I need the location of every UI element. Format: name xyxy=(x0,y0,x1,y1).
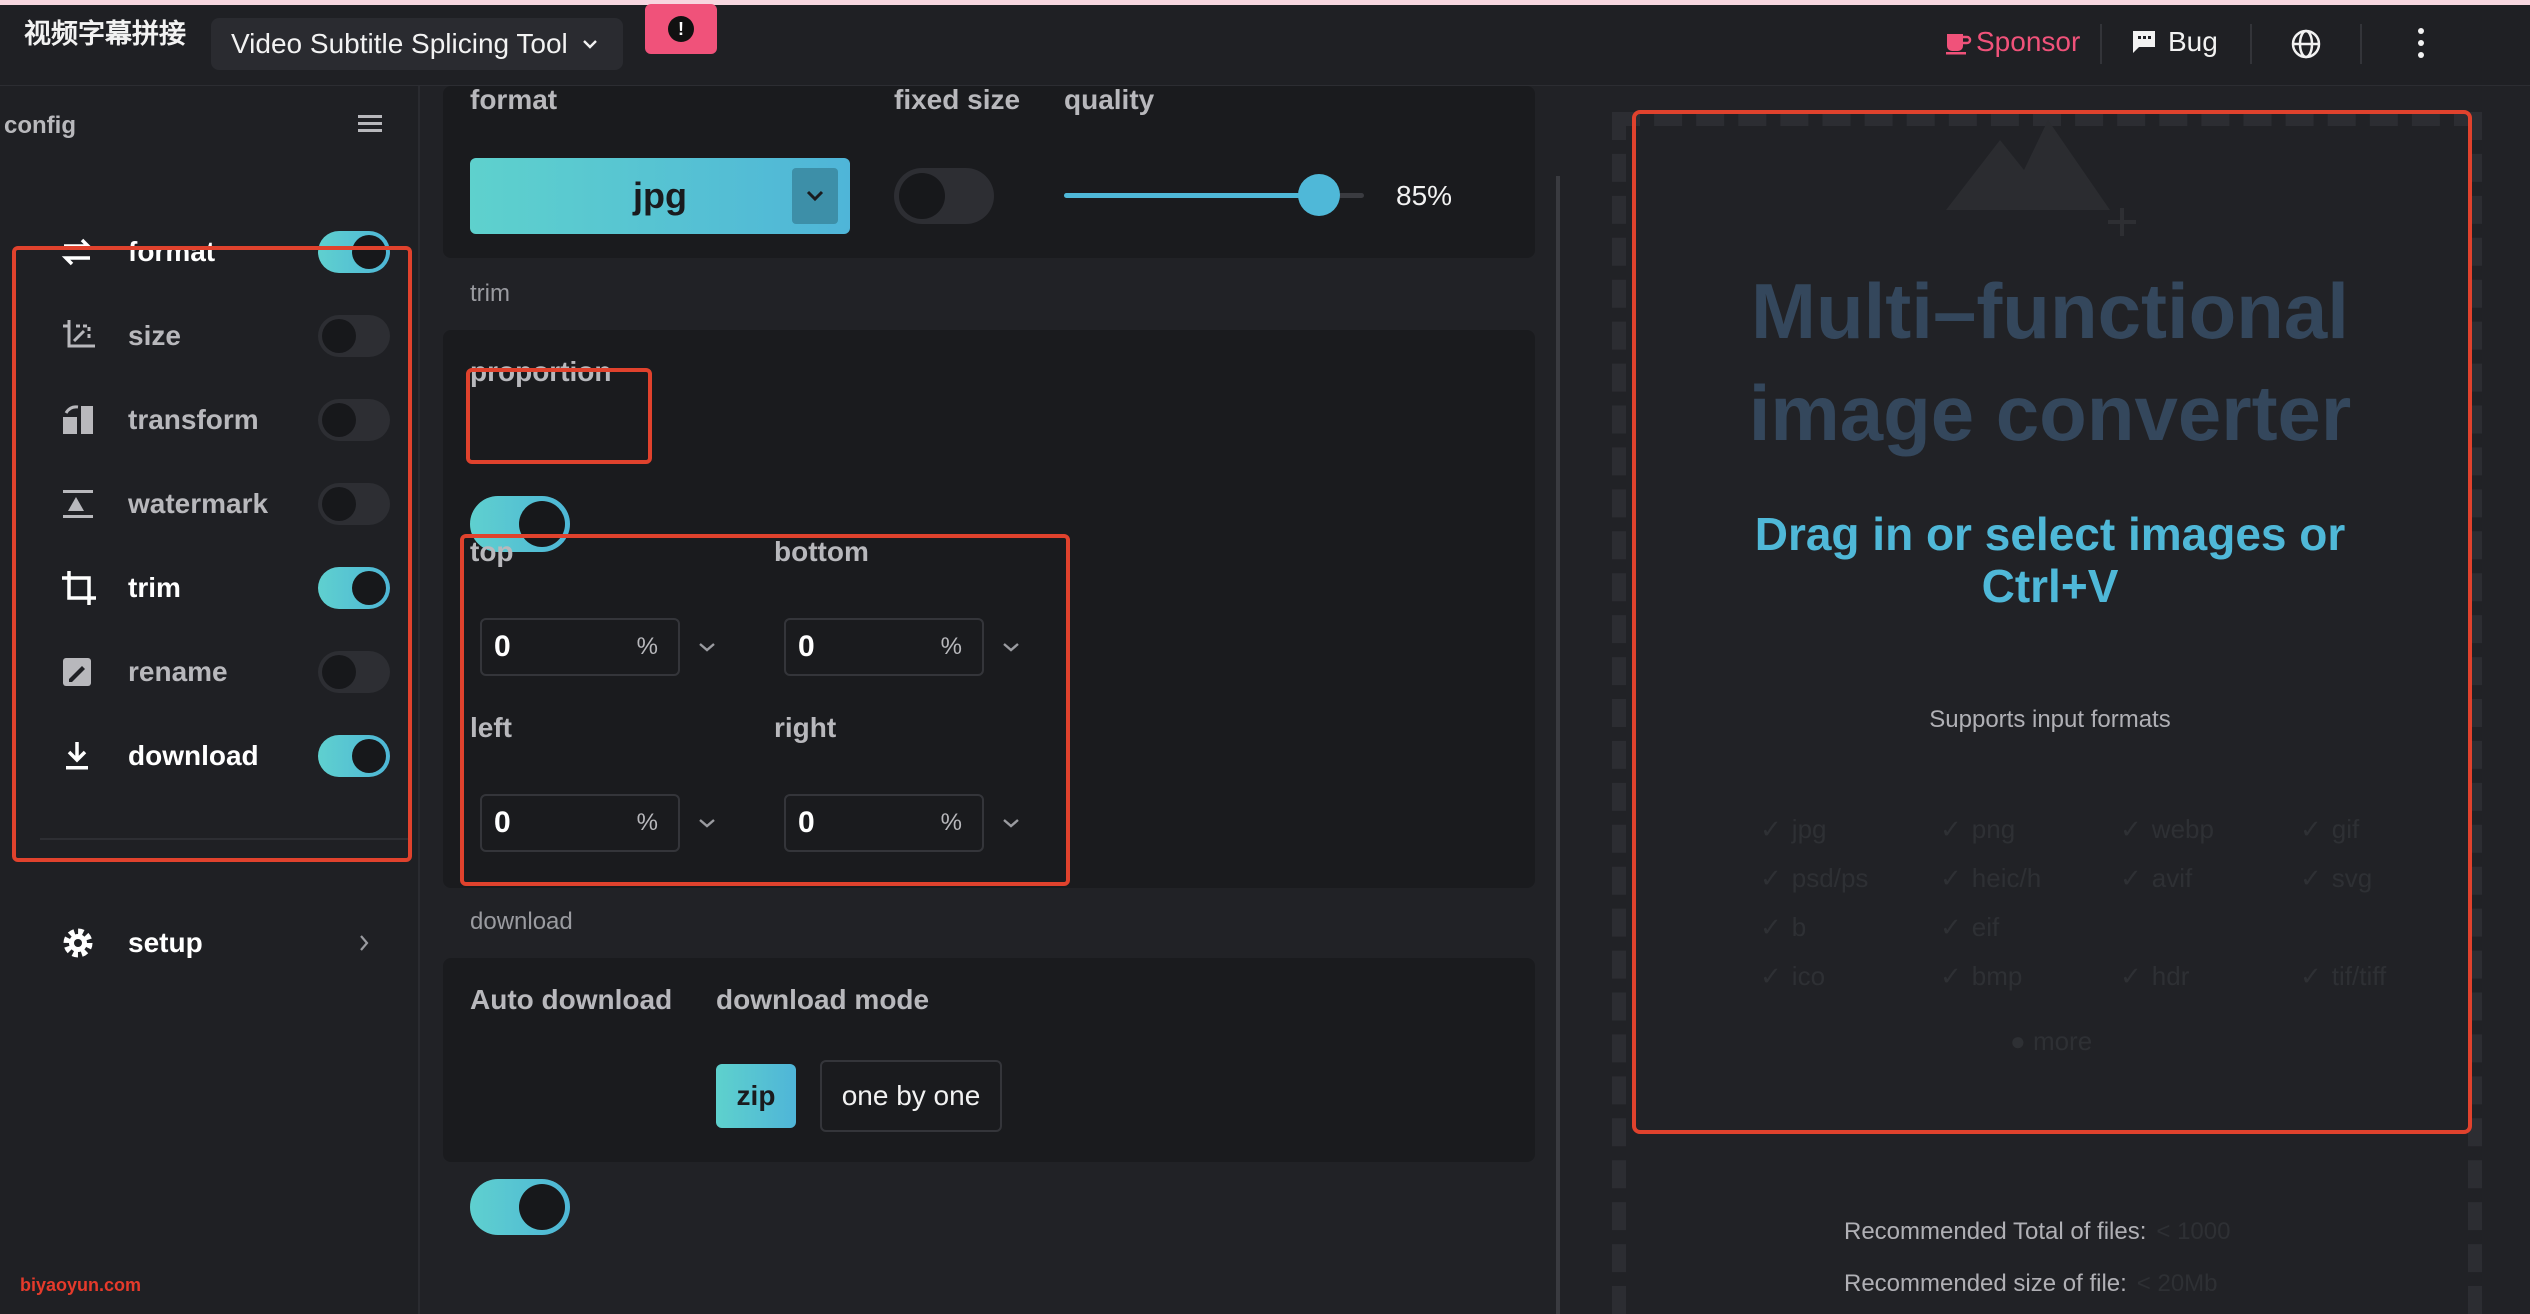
recommended-size: Recommended size of file: < 20Mb xyxy=(1844,1270,2218,1298)
bug-label: Bug xyxy=(2168,26,2218,57)
globe-icon[interactable] xyxy=(2290,28,2322,60)
trim-section-label: trim xyxy=(470,280,510,307)
setup-label: setup xyxy=(128,927,203,958)
chat-bubble-icon xyxy=(2133,31,2155,53)
bug-link[interactable]: Bug xyxy=(2130,26,2218,58)
format-select[interactable]: jpg xyxy=(470,158,850,234)
sidebar-title: config xyxy=(4,112,76,139)
tool-select[interactable]: Video Subtitle Splicing Tool xyxy=(211,18,623,70)
chevron-down-icon xyxy=(806,190,824,202)
chevron-right-icon xyxy=(360,935,369,951)
top-separator xyxy=(2100,24,2102,64)
rec-size-value: < 20Mb xyxy=(2136,1270,2218,1297)
highlight-box xyxy=(12,246,412,862)
rec-size-label: Recommended size of file: xyxy=(1844,1270,2127,1297)
sponsor-label: Sponsor xyxy=(1976,26,2081,57)
alert-button[interactable]: ! xyxy=(645,4,717,54)
highlight-box xyxy=(460,534,1070,886)
quality-value: 85% xyxy=(1396,180,1453,211)
quality-slider-thumb[interactable] xyxy=(1298,174,1340,216)
gear-icon xyxy=(63,928,93,958)
rec-total-value: < 1000 xyxy=(2156,1218,2231,1245)
site-watermark: biyaoyun.com xyxy=(20,1275,142,1295)
highlight-box xyxy=(466,368,652,464)
scrollbar[interactable] xyxy=(1556,176,1560,1314)
top-separator xyxy=(2250,24,2252,64)
auto-download-label: Auto download xyxy=(470,984,673,1015)
top-separator xyxy=(2360,24,2362,64)
list-icon[interactable] xyxy=(356,112,384,136)
alert-icon: ! xyxy=(668,16,694,42)
download-mode-label: download mode xyxy=(716,984,930,1015)
download-section-label: download xyxy=(470,908,573,935)
format-label: format xyxy=(470,84,558,115)
rec-total-label: Recommended Total of files: xyxy=(1844,1218,2147,1245)
auto-download-toggle[interactable] xyxy=(470,1179,570,1235)
chevron-down-icon xyxy=(582,40,597,49)
fixed-size-toggle[interactable] xyxy=(894,168,994,224)
brand-title: 视频字幕拼接 xyxy=(24,19,186,49)
format-select-chevron[interactable] xyxy=(792,168,838,224)
zip-mode-button[interactable]: zip xyxy=(716,1064,796,1128)
fixed-size-label: fixed size xyxy=(894,84,1021,115)
more-vertical-icon[interactable] xyxy=(2415,26,2427,60)
sponsor-link[interactable]: Sponsor xyxy=(1944,26,2080,58)
one-by-one-button[interactable]: one by one xyxy=(820,1060,1002,1132)
sidebar-item-setup[interactable]: setup xyxy=(60,915,370,971)
quality-slider-fill xyxy=(1064,193,1319,198)
tool-select-label: Video Subtitle Splicing Tool xyxy=(231,28,568,59)
coffee-cup-icon xyxy=(1946,34,1972,55)
recommended-total: Recommended Total of files: < 1000 xyxy=(1844,1218,2230,1246)
quality-label: quality xyxy=(1064,84,1155,115)
format-select-value: jpg xyxy=(633,175,687,216)
highlight-box xyxy=(1632,110,2472,1134)
